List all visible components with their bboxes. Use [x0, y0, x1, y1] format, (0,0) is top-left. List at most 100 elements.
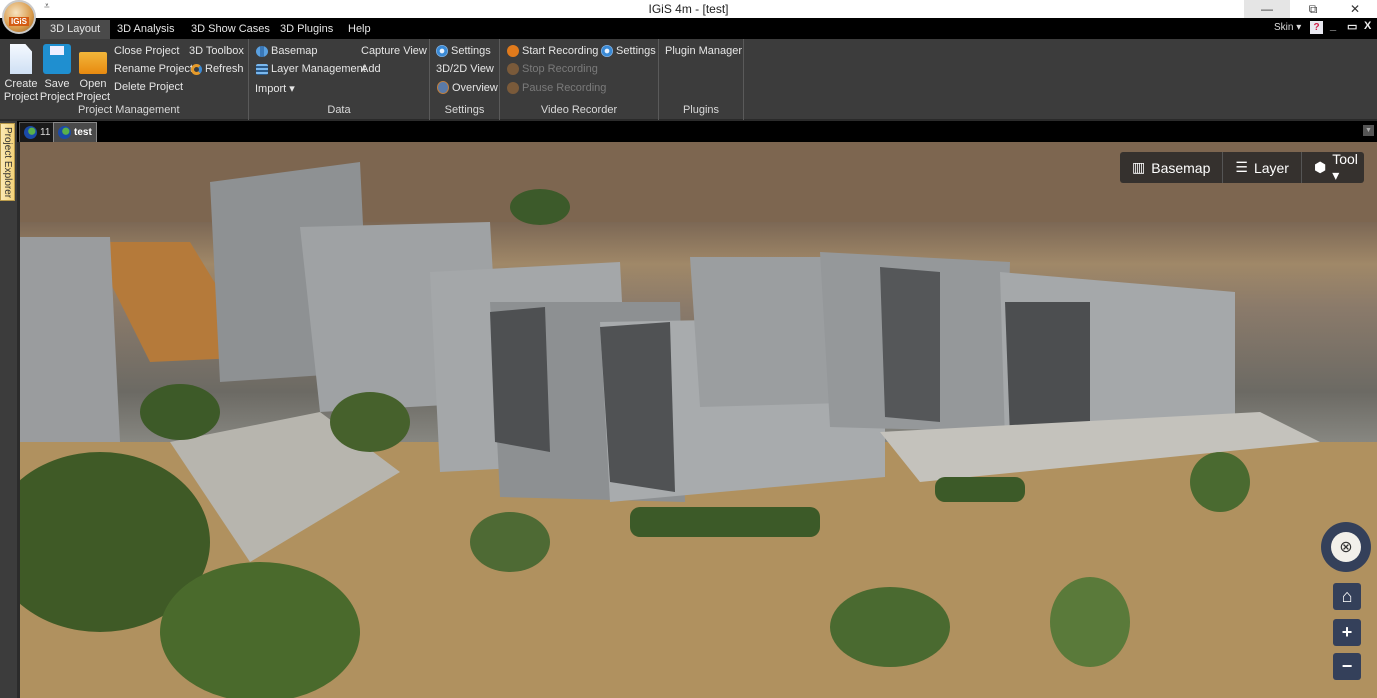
doc-tab-11[interactable]: 11 — [19, 122, 56, 142]
basemap-toggle-label: Basemap — [1151, 159, 1211, 176]
save-project-label-1: Save — [44, 78, 70, 90]
refresh-button[interactable]: Refresh — [191, 63, 244, 75]
open-folder-icon — [79, 52, 107, 74]
layer-management-button[interactable]: Layer Management — [256, 63, 366, 75]
vegetation — [330, 392, 410, 452]
home-icon: ⌂ — [1341, 586, 1353, 606]
basemap-button[interactable]: Basemap — [256, 45, 317, 57]
stop-recording-button[interactable]: Stop Recording — [507, 63, 598, 75]
vegetation — [1190, 452, 1250, 512]
group-plugins: Plugin Manager Plugins — [659, 39, 744, 120]
add-button[interactable]: Add — [361, 63, 381, 75]
hedge — [630, 507, 820, 537]
overview-icon — [437, 81, 449, 94]
close-button[interactable]: ✕ — [1332, 0, 1377, 18]
start-recording-button[interactable]: Start Recording — [507, 45, 598, 57]
cubes-icon: ⬢ — [1313, 159, 1327, 175]
maximize-button[interactable]: ⧉ — [1290, 0, 1336, 18]
mdi-restore-button[interactable]: ▭ — [1347, 20, 1357, 33]
layer-management-label: Layer Management — [271, 63, 366, 75]
3d-viewport[interactable]: ▥ Basemap ☰ Layer ⬢ Tool ▾ ⊗ ⌂ + − — [20, 142, 1377, 698]
mdi-close-button[interactable]: X — [1364, 20, 1371, 32]
group-project-management: Create Project Save Project Open Project… — [0, 39, 249, 120]
3d-toolbox-button[interactable]: 3D Toolbox — [189, 45, 244, 57]
tool-dropdown-label: Tool ▾ — [1332, 151, 1358, 183]
window-title: IGiS 4m - [test] — [648, 2, 729, 16]
ribbon: Create Project Save Project Open Project… — [0, 39, 1377, 120]
open-project-button[interactable]: Open Project — [75, 44, 111, 104]
capture-view-button[interactable]: Capture View — [361, 45, 427, 57]
vegetation — [160, 562, 360, 698]
tab-help[interactable]: Help — [338, 20, 381, 39]
home-button[interactable]: ⌂ — [1333, 583, 1361, 610]
3d-2d-view-button[interactable]: 3D/2D View — [436, 63, 494, 75]
zoom-in-button[interactable]: + — [1333, 619, 1361, 646]
plugin-manager-button[interactable]: Plugin Manager — [665, 45, 742, 57]
tab-3d-show-cases[interactable]: 3D Show Cases — [181, 20, 280, 39]
layer-toggle-label: Layer — [1253, 159, 1289, 176]
pause-recording-button[interactable]: Pause Recording — [507, 82, 606, 94]
basemap-label: Basemap — [271, 45, 318, 57]
facade-screen — [600, 322, 675, 492]
document-tabs: 11 test ▼ — [17, 121, 1377, 142]
save-disk-icon — [43, 44, 71, 74]
basemap-toggle-button[interactable]: ▥ Basemap — [1120, 152, 1224, 183]
mdi-minimize-button[interactable]: _ — [1330, 20, 1336, 32]
stop-recording-label: Stop Recording — [522, 63, 598, 75]
project-explorer-tab[interactable]: Project Explorer — [0, 123, 15, 201]
logo-text: IGiS — [8, 17, 29, 26]
delete-project-button[interactable]: Delete Project — [114, 81, 183, 93]
group-label-plugins: Plugins — [682, 104, 720, 116]
overview-button[interactable]: Overview — [437, 81, 498, 94]
doc-tab-test[interactable]: test — [53, 122, 97, 142]
open-project-label-2: Project — [75, 91, 111, 103]
side-panel: Project Explorer — [0, 121, 17, 698]
list-icon: ☰ — [1235, 159, 1248, 175]
app-logo-button[interactable]: IGiS — [2, 0, 36, 34]
close-project-button[interactable]: Close Project — [114, 45, 179, 57]
import-dropdown[interactable]: Import ▾ — [255, 82, 295, 95]
pause-recording-label: Pause Recording — [522, 82, 607, 94]
recorder-settings-button[interactable]: Settings — [601, 45, 656, 57]
settings-label: Settings — [451, 45, 491, 57]
vegetation — [830, 587, 950, 667]
vegetation — [470, 512, 550, 572]
create-project-button[interactable]: Create Project — [3, 44, 39, 104]
map-toolbar: ▥ Basemap ☰ Layer ⬢ Tool ▾ — [1120, 151, 1364, 183]
minus-icon: − — [1341, 656, 1353, 676]
save-project-button[interactable]: Save Project — [39, 44, 75, 104]
facade-screen — [880, 267, 940, 422]
map-icon — [256, 45, 268, 57]
globe-icon — [58, 126, 71, 139]
tab-3d-analysis[interactable]: 3D Analysis — [107, 20, 184, 39]
doc-tab-label: test — [74, 127, 92, 138]
app-window: ⩡ IGiS 4m - [test] — ⧉ ✕ IGiS 3D Layout … — [0, 0, 1377, 698]
building — [20, 237, 120, 442]
layer-toggle-button[interactable]: ☰ Layer — [1223, 152, 1302, 183]
zoom-out-button[interactable]: − — [1333, 653, 1361, 680]
group-label-data: Data — [327, 104, 351, 116]
settings-button[interactable]: Settings — [436, 45, 491, 57]
layers-icon — [256, 63, 268, 75]
help-icon[interactable]: ? — [1310, 21, 1323, 34]
tab-3d-layout[interactable]: 3D Layout — [40, 20, 111, 39]
map-icon: ▥ — [1132, 159, 1146, 175]
pause-icon — [507, 82, 519, 94]
vegetation — [140, 384, 220, 440]
save-project-label-2: Project — [39, 91, 75, 103]
compass-navigation[interactable]: ⊗ — [1321, 522, 1371, 572]
minimize-button[interactable]: — — [1244, 0, 1290, 18]
tab-3d-plugins[interactable]: 3D Plugins — [270, 20, 343, 39]
overview-label: Overview — [452, 81, 498, 94]
project-explorer-label: Project Explorer — [2, 127, 13, 199]
gear-icon — [436, 45, 448, 57]
refresh-icon — [191, 63, 202, 75]
group-data: Basemap Layer Management Import ▾ Captur… — [249, 39, 430, 120]
tab-list-dropdown-icon[interactable]: ▼ — [1363, 125, 1374, 136]
group-label-video-recorder: Video Recorder — [540, 104, 618, 116]
tool-dropdown-button[interactable]: ⬢ Tool ▾ — [1302, 151, 1370, 183]
group-label-settings: Settings — [444, 104, 485, 116]
skin-dropdown[interactable]: Skin ▾ — [1274, 22, 1301, 33]
rename-project-button[interactable]: Rename Project — [114, 63, 193, 75]
stop-icon — [507, 63, 519, 75]
